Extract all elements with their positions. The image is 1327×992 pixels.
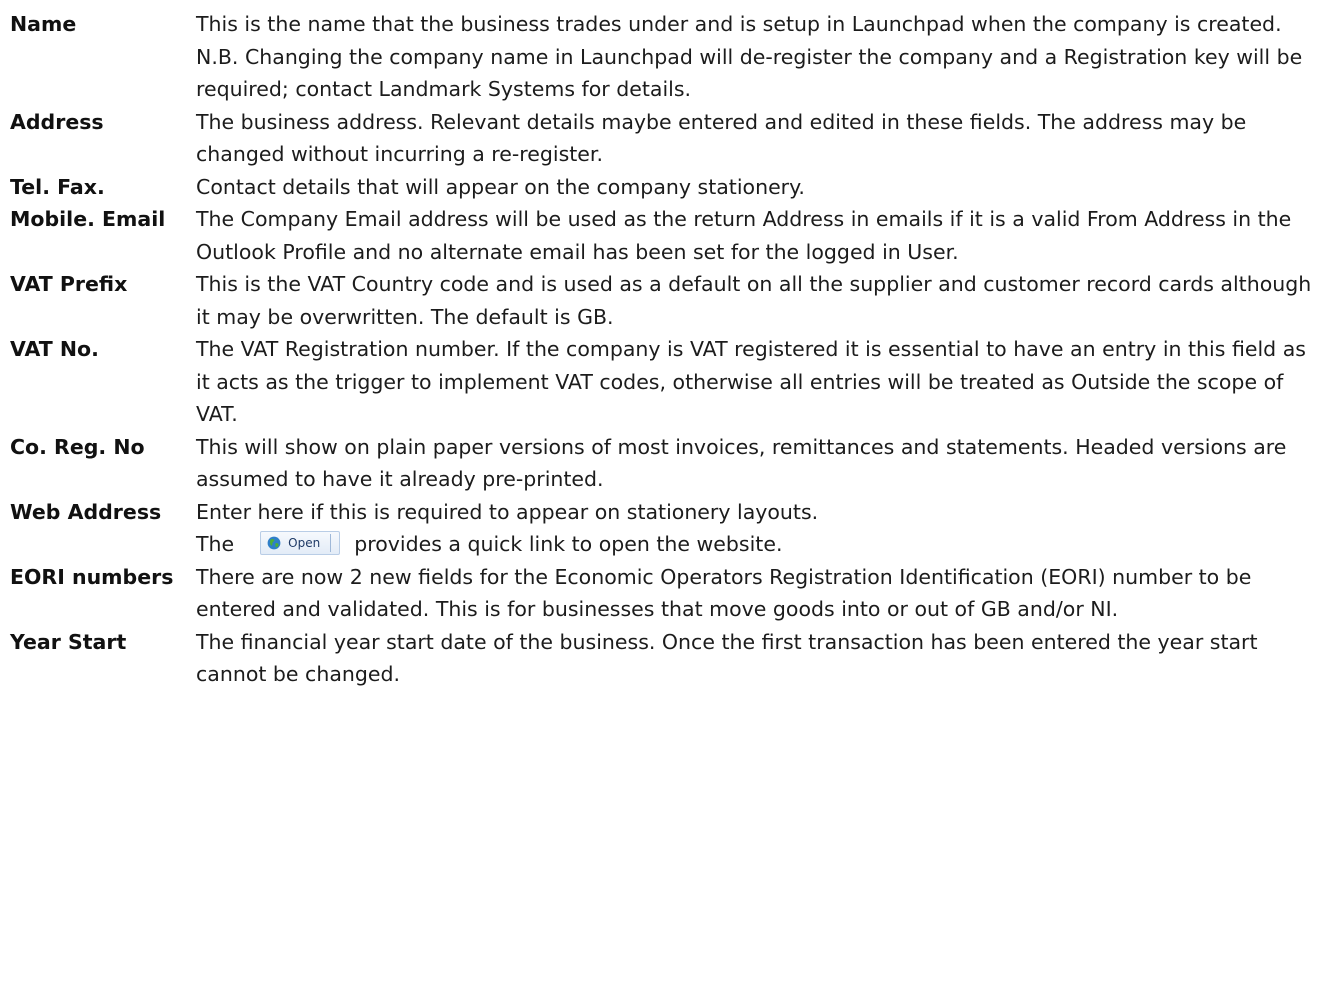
term-label: Address — [10, 109, 104, 134]
entry-web-address: Web Address Enter here if this is requir… — [10, 496, 1320, 561]
entry-address: Address The business address. Relevant d… — [10, 106, 1320, 171]
term-description: The VAT Registration number. If the comp… — [196, 337, 1306, 426]
entry-vat-no: VAT No. The VAT Registration number. If … — [10, 333, 1320, 431]
description-text: The — [196, 532, 235, 556]
entry-mobile-email: Mobile. Email The Company Email address … — [10, 203, 1320, 268]
term-label: Co. Reg. No — [10, 434, 145, 459]
term-description: This will show on plain paper versions o… — [196, 434, 1287, 492]
term-label: Name — [10, 12, 77, 36]
term-label: EORI numbers — [10, 564, 174, 589]
description-line: The Open provides a quick link to open the… — [196, 528, 1320, 561]
term-label: Mobile. Email — [10, 207, 166, 231]
document-body: Name This is the name that the business … — [10, 8, 1320, 691]
open-website-button[interactable]: Open — [260, 531, 341, 555]
term-description: This is the name that the business trade… — [196, 12, 1303, 101]
entry-co-reg-no: Co. Reg. No This will show on plain pape… — [10, 431, 1320, 496]
description-text: provides a quick link to open the websit… — [354, 532, 783, 556]
description-line: Enter here if this is required to appear… — [196, 499, 819, 524]
term-label: VAT Prefix — [10, 272, 128, 296]
term-label: Tel. Fax. — [10, 174, 105, 199]
term-label: Year Start — [10, 629, 127, 654]
term-description: Contact details that will appear on the … — [196, 174, 805, 199]
term-description: There are now 2 new fields for the Econo… — [196, 564, 1252, 622]
entry-year-start: Year Start The financial year start date… — [10, 626, 1320, 691]
entry-tel-fax: Tel. Fax. Contact details that will appe… — [10, 171, 1320, 204]
term-description: Enter here if this is required to appear… — [196, 496, 1320, 561]
button-separator — [330, 534, 332, 552]
globe-icon — [267, 536, 281, 550]
open-button-label: Open — [288, 536, 321, 550]
entry-eori-numbers: EORI numbers There are now 2 new fields … — [10, 561, 1320, 626]
term-label: Web Address — [10, 499, 162, 524]
term-label: VAT No. — [10, 337, 99, 361]
term-description: The financial year start date of the bus… — [196, 629, 1258, 687]
entry-name: Name This is the name that the business … — [10, 8, 1320, 106]
term-description: This is the VAT Country code and is used… — [196, 272, 1312, 329]
entry-vat-prefix: VAT Prefix This is the VAT Country code … — [10, 268, 1320, 333]
term-description: The Company Email address will be used a… — [196, 207, 1292, 264]
term-description: The business address. Relevant details m… — [196, 109, 1247, 167]
